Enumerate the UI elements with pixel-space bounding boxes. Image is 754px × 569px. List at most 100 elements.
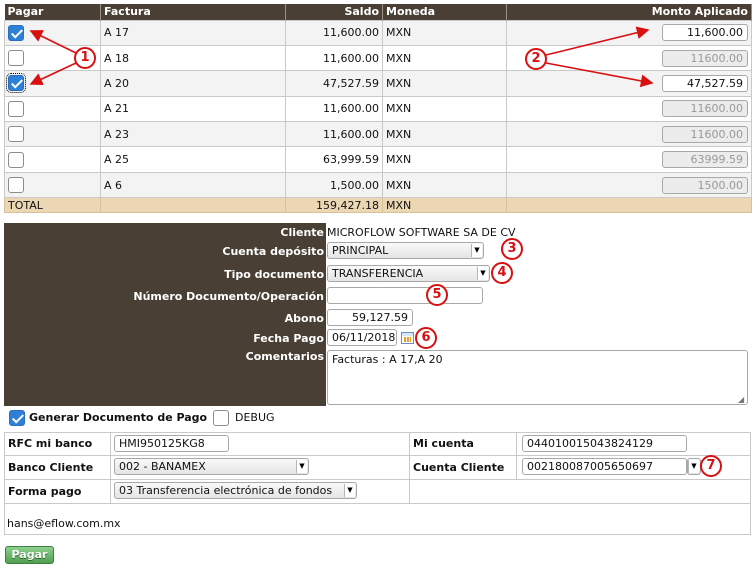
debug-label: DEBUG [235, 411, 275, 424]
debug-checkbox[interactable] [213, 410, 229, 426]
pay-checkbox[interactable] [8, 50, 24, 67]
pay-checkbox[interactable] [8, 126, 24, 143]
deposit-account-value: PRINCIPAL [332, 244, 389, 257]
invoice-table-body: A 17 11,600.00 MXN 11,600.00 A 18 11,600.00 MX… [4, 19, 752, 199]
table-row: A 20 47,527.59 MXN 47,527.59 [4, 70, 752, 97]
amount-cell: 47,527.59 [506, 70, 752, 97]
amount-applied-input[interactable]: 63999.59 [662, 151, 748, 169]
col-header-balance: Saldo [285, 4, 383, 20]
table-row: A 18 11,600.00 MXN 11600.00 [4, 44, 752, 72]
amount-applied-input[interactable]: 11,600.00 [662, 24, 748, 42]
invoice-table: Pagar Factura Saldo Moneda Monto Aplicad… [4, 4, 752, 214]
invoice-cell: A 23 [100, 121, 286, 148]
chevron-down-icon: ▼ [344, 484, 355, 497]
rfc-input[interactable]: HMI950125KG8 [114, 435, 229, 452]
pay-cell [4, 19, 101, 46]
total-empty-cell [506, 197, 752, 214]
annotation-marker-4: 4 [491, 262, 513, 284]
pay-checkbox[interactable] [8, 151, 24, 168]
pay-cell [4, 70, 101, 97]
payment-label: Abono [284, 312, 324, 325]
pay-checkbox[interactable] [8, 24, 24, 41]
table-row: A 25 63,999.59 MXN 63999.59 [4, 146, 752, 173]
amount-cell: 11,600.00 [506, 19, 752, 46]
currency-cell: MXN [382, 171, 507, 199]
total-currency: MXN [382, 197, 507, 214]
generate-doc-checkbox[interactable] [9, 410, 25, 426]
client-account-input[interactable]: 002180087005650697 [522, 458, 687, 475]
client-bank-select[interactable]: 002 - BANAMEX ▼ [114, 458, 309, 475]
pay-cell [4, 95, 101, 123]
annotation-marker-6: 6 [415, 327, 437, 349]
currency-cell: MXN [382, 146, 507, 173]
col-header-pay: Pagar [4, 4, 101, 20]
pay-cell [4, 171, 101, 199]
pay-button[interactable]: Pagar [5, 546, 54, 564]
amount-cell: 11600.00 [506, 121, 752, 148]
pay-date-input[interactable]: 06/11/2018 [327, 329, 397, 346]
generate-doc-label: Generar Documento de Pago [29, 411, 208, 424]
table-header-row: Pagar Factura Saldo Moneda Monto Aplicad… [4, 4, 752, 20]
pay-checkbox[interactable] [8, 177, 24, 194]
grid-divider [110, 432, 111, 503]
deposit-account-label: Cuenta depósito [222, 245, 324, 258]
payment-amount-input[interactable]: 59,127.59 [327, 309, 413, 326]
annotation-marker-7: 7 [700, 455, 722, 477]
chevron-down-icon: ▼ [471, 244, 482, 257]
invoice-cell: A 25 [100, 146, 286, 173]
amount-cell: 1500.00 [506, 171, 752, 199]
chevron-down-icon: ▼ [477, 267, 488, 280]
grid-divider [409, 432, 410, 503]
client-email: hans@eflow.com.mx [7, 517, 121, 530]
currency-cell: MXN [382, 95, 507, 123]
calendar-icon[interactable] [401, 332, 414, 344]
invoice-cell: A 21 [100, 95, 286, 123]
amount-applied-input[interactable]: 11600.00 [662, 49, 748, 67]
balance-cell: 11,600.00 [285, 121, 383, 148]
table-row: A 21 11,600.00 MXN 11600.00 [4, 95, 752, 123]
doc-type-label: Tipo documento [224, 268, 324, 281]
amount-applied-input[interactable]: 1500.00 [662, 176, 748, 194]
chevron-down-icon: ▼ [688, 460, 699, 473]
pay-date-label: Fecha Pago [253, 332, 324, 345]
doc-number-label: Número Documento/Operación [133, 290, 324, 303]
doc-number-input[interactable] [327, 287, 483, 304]
currency-cell: MXN [382, 19, 507, 46]
comments-label: Comentarios [245, 350, 324, 363]
payment-method-value: 03 Transferencia electrónica de fondos [119, 484, 333, 497]
grid-divider [4, 479, 751, 480]
pay-cell [4, 146, 101, 173]
my-account-input[interactable]: 044010015043824129 [522, 435, 687, 452]
table-row: A 23 11,600.00 MXN 11600.00 [4, 121, 752, 148]
invoice-cell: A 20 [100, 70, 286, 97]
deposit-account-select[interactable]: PRINCIPAL ▼ [327, 242, 484, 259]
col-header-currency: Moneda [382, 4, 507, 20]
amount-cell: 11600.00 [506, 95, 752, 123]
grid-divider [4, 455, 751, 456]
my-account-label: Mi cuenta [413, 437, 474, 450]
resize-handle-icon[interactable]: ◢ [738, 395, 744, 404]
table-row: A 17 11,600.00 MXN 11,600.00 [4, 19, 752, 46]
pay-checkbox[interactable] [8, 100, 24, 117]
annotation-marker-5: 5 [426, 284, 448, 306]
currency-cell: MXN [382, 44, 507, 72]
col-header-amount: Monto Aplicado [506, 4, 752, 20]
grid-divider [4, 503, 751, 504]
total-empty-cell [100, 197, 286, 214]
rfc-label: RFC mi banco [8, 437, 93, 450]
comments-textarea[interactable]: Facturas : A 17,A 20 [327, 350, 748, 405]
amount-applied-input[interactable]: 11600.00 [662, 100, 748, 118]
col-header-invoice: Factura [100, 4, 286, 20]
annotation-marker-3: 3 [501, 238, 523, 260]
client-account-label: Cuenta Cliente [413, 461, 505, 474]
payment-method-select[interactable]: 03 Transferencia electrónica de fondos ▼ [114, 482, 357, 499]
balance-cell: 11,600.00 [285, 44, 383, 72]
amount-applied-input[interactable]: 11600.00 [662, 125, 748, 143]
doc-type-select[interactable]: TRANSFERENCIA ▼ [327, 265, 490, 282]
annotation-marker-2: 2 [525, 48, 547, 70]
balance-cell: 63,999.59 [285, 146, 383, 173]
balance-cell: 11,600.00 [285, 19, 383, 46]
client-account-dropdown[interactable]: ▼ [687, 458, 701, 475]
pay-checkbox[interactable] [6, 73, 26, 94]
amount-applied-input[interactable]: 47,527.59 [662, 74, 748, 92]
